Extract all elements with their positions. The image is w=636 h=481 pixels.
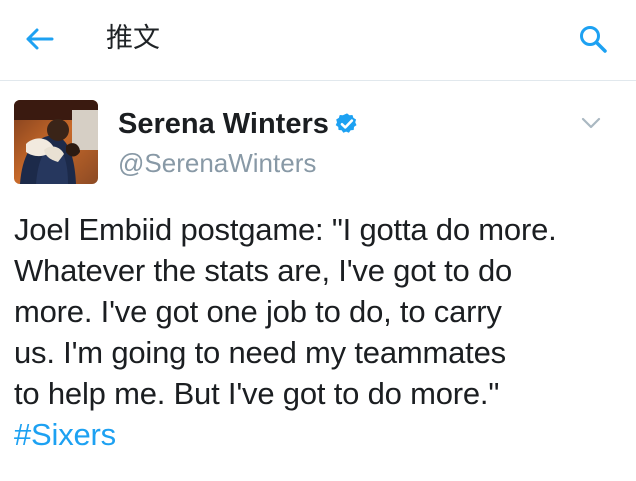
page-title: 推文 — [106, 23, 160, 54]
search-icon — [580, 26, 607, 53]
tweet-text-line: Whatever the stats are, I've got to do — [14, 253, 513, 288]
tweet-text-line: to help me. But I've got to do more." — [14, 376, 500, 411]
author-handle[interactable]: @SerenaWinters — [118, 146, 316, 180]
tweet-text: Joel Embiid postgame: "I gotta do more. … — [14, 209, 629, 455]
tweet-text-line: us. I'm going to need my teammates — [14, 335, 506, 370]
hashtag-link[interactable]: #Sixers — [14, 414, 629, 455]
tweet-text-line: Joel Embiid postgame: "I gotta do more. — [14, 212, 557, 247]
search-button[interactable] — [574, 20, 612, 58]
chevron-down-icon — [581, 117, 601, 129]
author-name-row[interactable]: Serena Winters — [118, 104, 359, 144]
arrow-left-icon — [26, 28, 54, 50]
tweet-menu-button[interactable] — [578, 110, 604, 136]
avatar[interactable] — [14, 100, 98, 184]
verified-badge-icon — [335, 112, 359, 136]
top-bar: 推文 — [0, 0, 636, 81]
tweet-text-line: more. I've got one job to do, to carry — [14, 294, 502, 329]
avatar-image — [14, 100, 98, 184]
back-button[interactable] — [22, 22, 56, 56]
author-name: Serena Winters — [118, 108, 329, 140]
